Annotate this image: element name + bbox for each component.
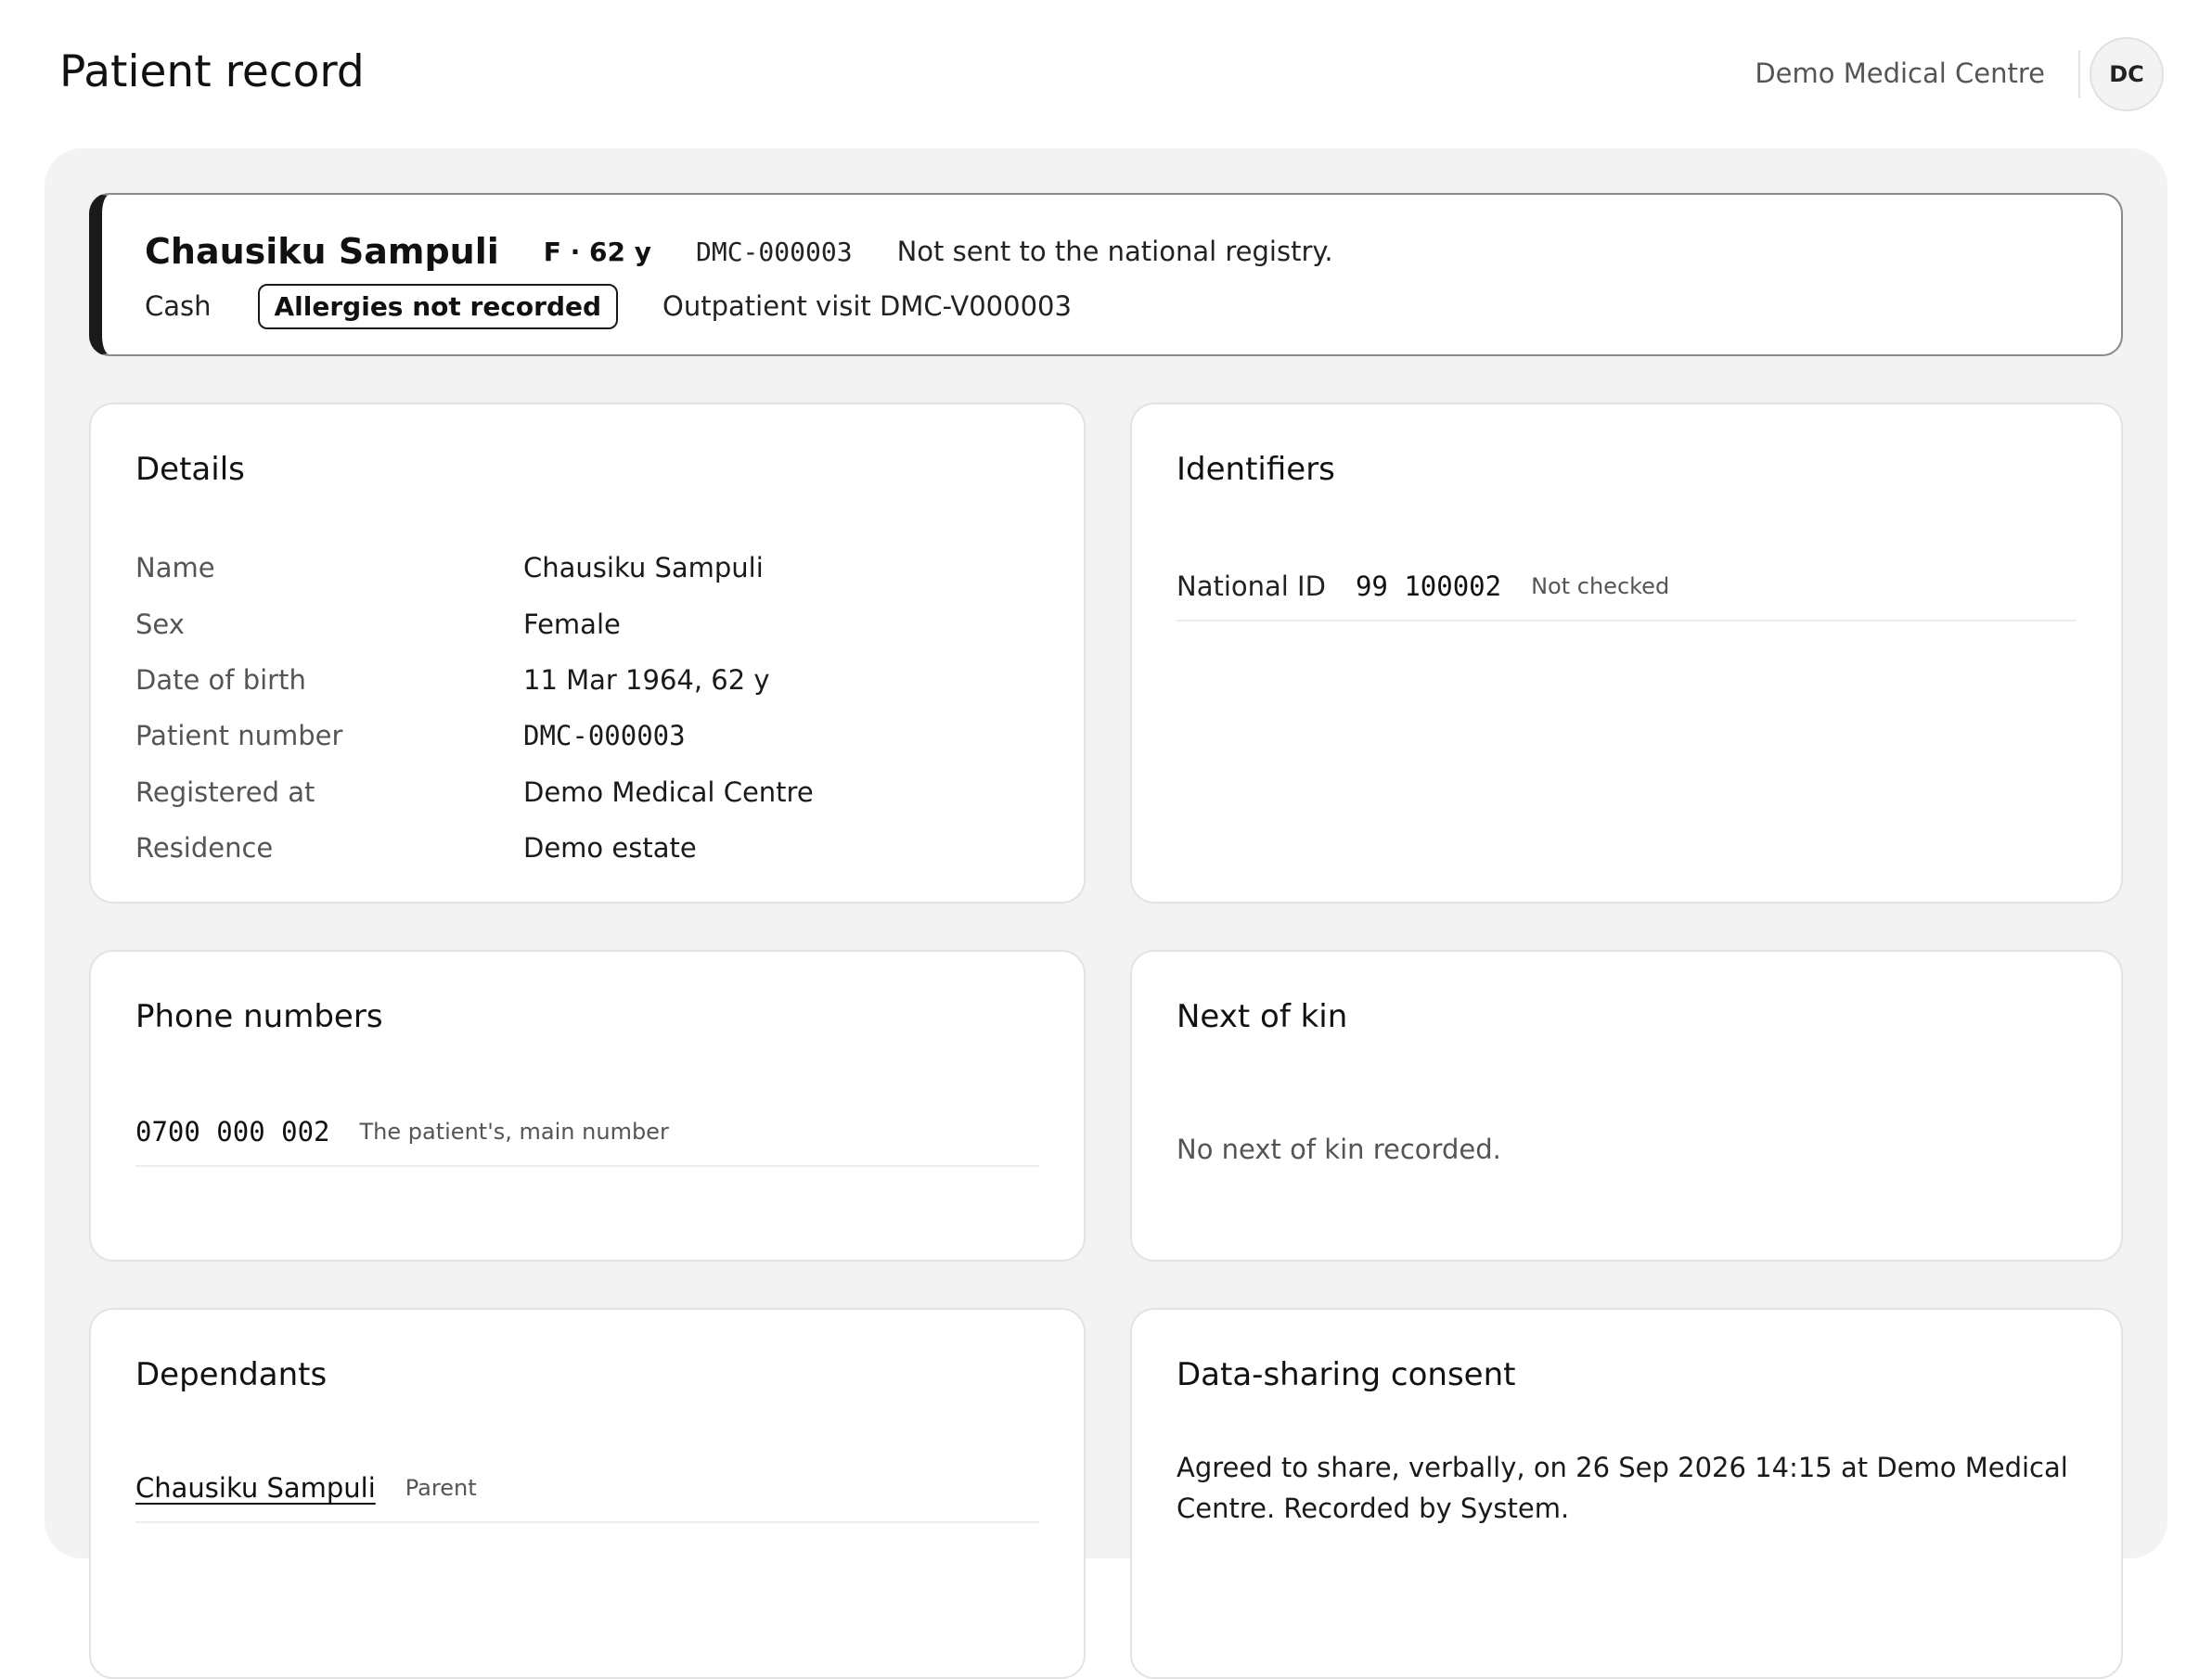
banner-row-primary: Chausiku Sampuli F · 62 y DMC-000003 Not… (145, 228, 1333, 275)
allergy-status-badge: Allergies not recorded (257, 283, 619, 329)
banner-visit: Outpatient visit DMC-V000003 (662, 290, 1072, 322)
details-label: Residence (135, 832, 274, 865)
details-value: Female (523, 608, 621, 640)
details-row: Registered at Demo Medical Centre (135, 764, 1045, 820)
details-label: Patient number (135, 720, 343, 752)
phone-note: The patient's, main number (359, 1119, 669, 1145)
details-row: Date of birth 11 Mar 1964, 62 y (135, 652, 1045, 708)
identifier-row: National ID 99 100002 Not checked (1177, 553, 2077, 622)
dependant-link[interactable]: Chausiku Sampuli (135, 1472, 376, 1504)
banner-row-secondary: Cash Allergies not recorded Outpatient v… (145, 282, 1072, 330)
details-row: Name Chausiku Sampuli (135, 540, 1045, 596)
identifier-label: National ID (1177, 570, 1326, 602)
banner-sex-age: F · 62 y (543, 236, 651, 267)
next-of-kin-title: Next of kin (1177, 998, 1348, 1035)
details-value: Demo Medical Centre (523, 775, 814, 808)
details-label: Registered at (135, 775, 315, 808)
patient-banner: Chausiku Sampuli F · 62 y DMC-000003 Not… (89, 193, 2123, 356)
banner-patient-number: DMC-000003 (695, 236, 853, 267)
dependants-card: Dependants Chausiku Sampuli Parent (89, 1308, 1086, 1679)
org-name: Demo Medical Centre (1755, 58, 2045, 89)
details-row: Patient number DMC-000003 (135, 708, 1045, 763)
page-title: Patient record (59, 46, 365, 97)
dependants-title: Dependants (135, 1356, 328, 1393)
details-label: Sex (135, 608, 185, 640)
phone-number: 0700 000 002 (135, 1116, 330, 1147)
phone-row: 0700 000 002 The patient's, main number (135, 1098, 1039, 1167)
details-label: Date of birth (135, 663, 306, 696)
details-title: Details (135, 451, 245, 488)
banner-registry-status: Not sent to the national registry. (896, 236, 1333, 267)
phone-numbers-card: Phone numbers 0700 000 002 The patient's… (89, 950, 1086, 1262)
identifiers-card: Identifiers National ID 99 100002 Not ch… (1130, 403, 2123, 904)
main-content: Chausiku Sampuli F · 62 y DMC-000003 Not… (45, 148, 2167, 1679)
next-of-kin-empty: No next of kin recorded. (1177, 1134, 1501, 1165)
details-value: DMC-000003 (523, 720, 686, 752)
details-value: 11 Mar 1964, 62 y (523, 663, 770, 696)
consent-text: Agreed to share, verbally, on 26 Sep 202… (1177, 1452, 2068, 1524)
details-value: Chausiku Sampuli (523, 552, 764, 584)
details-row: Residence Demo estate (135, 820, 1045, 876)
details-card: Details Name Chausiku Sampuli Sex Female… (89, 403, 1086, 904)
next-of-kin-card: Next of kin No next of kin recorded. (1130, 950, 2123, 1262)
banner-patient-name: Chausiku Sampuli (145, 231, 499, 272)
data-sharing-consent-card: Data-sharing consent Agreed to share, ve… (1130, 1308, 2123, 1679)
consent-title: Data-sharing consent (1177, 1356, 1516, 1393)
details-value: Demo estate (523, 832, 697, 865)
details-row: Sex Female (135, 596, 1045, 651)
topbar-divider (2078, 50, 2080, 98)
phone-numbers-title: Phone numbers (135, 998, 383, 1035)
banner-payment-type: Cash (145, 290, 212, 322)
user-avatar[interactable]: DC (2090, 37, 2164, 111)
dependant-row: Chausiku Sampuli Parent (135, 1455, 1039, 1523)
details-list: Name Chausiku Sampuli Sex Female Date of… (135, 540, 1045, 876)
dependant-relation: Parent (405, 1475, 477, 1501)
details-label: Name (135, 552, 215, 584)
top-bar: Patient record Demo Medical Centre DC (0, 0, 2212, 148)
identifiers-title: Identifiers (1177, 451, 1335, 488)
identifier-status: Not checked (1531, 573, 1670, 599)
identifier-value: 99 100002 (1355, 570, 1502, 602)
